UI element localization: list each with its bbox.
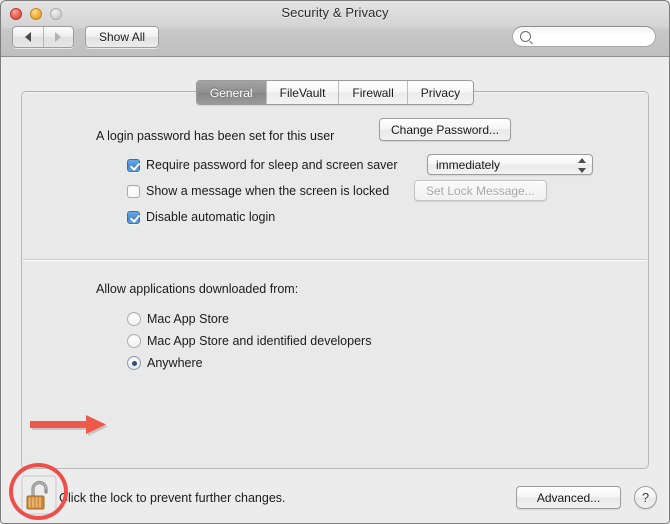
tab-general-label: General [210, 86, 253, 100]
lock-hint-text: Click the lock to prevent further change… [59, 491, 286, 505]
tab-filevault[interactable]: FileVault [267, 81, 340, 104]
require-password-label: Require password for sleep and screen sa… [146, 158, 398, 172]
disable-auto-login-label: Disable automatic login [146, 210, 275, 224]
general-pane: A login password has been set for this u… [21, 91, 649, 469]
navigation-segmented-control[interactable] [12, 26, 74, 48]
require-password-checkbox[interactable] [127, 159, 140, 172]
allow-apps-label: Allow applications downloaded from: [96, 282, 298, 296]
radio-anywhere-label: Anywhere [147, 356, 203, 370]
disable-auto-login-checkbox[interactable] [127, 211, 140, 224]
tab-privacy-label: Privacy [421, 86, 460, 100]
back-arrow-icon [25, 32, 31, 42]
security-privacy-window: Security & Privacy Show All General [0, 0, 670, 524]
tab-general[interactable]: General [197, 81, 267, 104]
forward-button[interactable] [44, 27, 74, 47]
window-title: Security & Privacy [1, 5, 669, 20]
radio-anywhere[interactable] [127, 356, 141, 370]
lock-open-icon[interactable] [21, 475, 57, 515]
tab-privacy[interactable]: Privacy [408, 81, 473, 104]
sleep-delay-value: immediately [436, 158, 500, 172]
set-lock-message-button: Set Lock Message... [414, 180, 547, 201]
tab-group: General FileVault Firewall Privacy [196, 80, 474, 105]
radio-identified-developers-label: Mac App Store and identified developers [147, 334, 371, 348]
require-password-checkbox-row[interactable]: Require password for sleep and screen sa… [127, 158, 398, 172]
show-all-button[interactable]: Show All [85, 26, 159, 48]
change-password-label: Change Password... [391, 123, 499, 137]
tab-firewall-label: Firewall [352, 86, 393, 100]
disable-auto-login-checkbox-row[interactable]: Disable automatic login [127, 210, 275, 224]
radio-identified-developers-row[interactable]: Mac App Store and identified developers [127, 334, 371, 348]
search-input[interactable] [531, 31, 645, 43]
sleep-delay-popup-button[interactable]: immediately [427, 154, 593, 175]
help-button[interactable]: ? [634, 486, 657, 509]
show-lock-message-checkbox-row[interactable]: Show a message when the screen is locked [127, 184, 389, 198]
advanced-label: Advanced... [537, 491, 600, 505]
login-password-status: A login password has been set for this u… [96, 129, 334, 143]
tab-filevault-label: FileVault [280, 86, 326, 100]
help-label: ? [642, 490, 649, 505]
show-all-label: Show All [99, 30, 145, 44]
radio-identified-developers[interactable] [127, 334, 141, 348]
chevron-updown-icon [578, 158, 586, 173]
bottom-bar: Click the lock to prevent further change… [1, 471, 669, 523]
window-titlebar: Security & Privacy Show All [1, 1, 669, 57]
radio-anywhere-row[interactable]: Anywhere [127, 356, 203, 370]
forward-arrow-icon [55, 32, 61, 42]
search-field[interactable] [512, 26, 656, 47]
search-icon [520, 31, 531, 42]
advanced-button[interactable]: Advanced... [516, 486, 621, 509]
tab-firewall[interactable]: Firewall [339, 81, 407, 104]
show-lock-message-label: Show a message when the screen is locked [146, 184, 389, 198]
change-password-button[interactable]: Change Password... [379, 118, 511, 141]
radio-mac-app-store[interactable] [127, 312, 141, 326]
set-lock-message-label: Set Lock Message... [426, 184, 535, 198]
section-divider [23, 259, 647, 260]
tab-bar: General FileVault Firewall Privacy [1, 80, 669, 105]
radio-mac-app-store-row[interactable]: Mac App Store [127, 312, 229, 326]
window-body: General FileVault Firewall Privacy A log… [1, 57, 669, 523]
back-button[interactable] [13, 27, 44, 47]
show-lock-message-checkbox[interactable] [127, 185, 140, 198]
radio-mac-app-store-label: Mac App Store [147, 312, 229, 326]
